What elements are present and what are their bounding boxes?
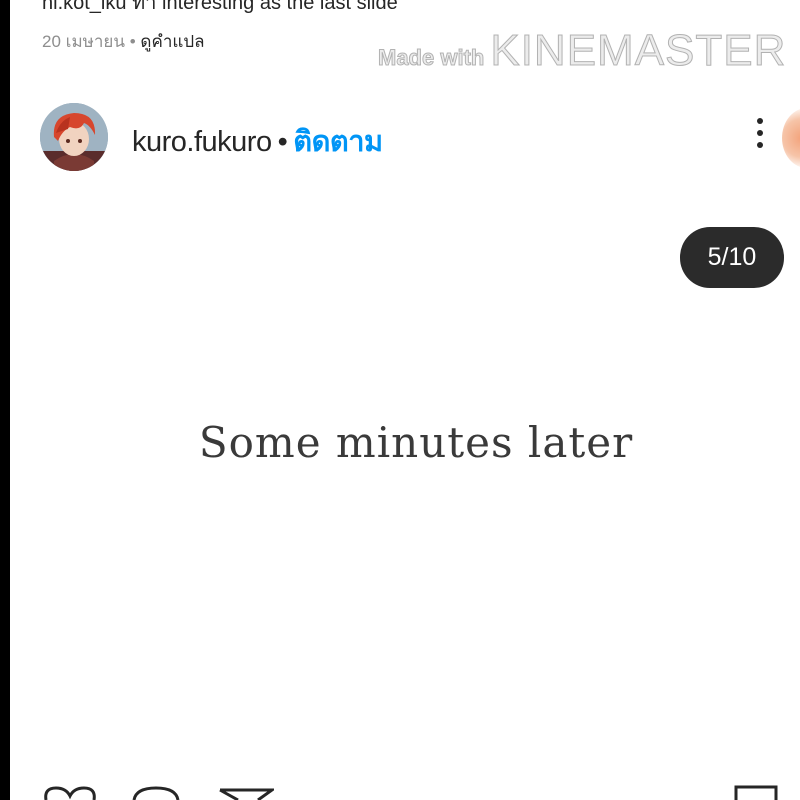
follow-button[interactable]: ติดตาม	[293, 126, 383, 158]
comment-icon[interactable]	[130, 786, 182, 800]
menu-dot	[757, 118, 763, 124]
touch-indicator	[782, 108, 800, 168]
send-icon[interactable]	[218, 786, 274, 800]
more-vertical-icon[interactable]	[748, 118, 772, 158]
previous-post-caption: hi.kot_iku ทำ interesting as the last sl…	[42, 0, 398, 14]
header-separator: •	[277, 126, 288, 158]
previous-post-meta: 20 เมษายน • ดูคำแปล	[42, 28, 205, 55]
slide-text: Some minutes later	[198, 418, 634, 467]
avatar[interactable]	[40, 103, 108, 171]
watermark-brand-text: KINEMASTER	[490, 26, 787, 76]
heart-icon[interactable]	[42, 786, 98, 800]
avatar-image	[40, 103, 108, 171]
see-translation-link[interactable]: ดูคำแปล	[140, 32, 204, 51]
kinemaster-watermark: Made with KINEMASTER	[377, 26, 787, 76]
meta-separator: •	[129, 32, 136, 51]
post-date: 20 เมษายน	[42, 32, 125, 51]
left-edge-bar	[0, 0, 10, 800]
bookmark-icon[interactable]	[732, 784, 780, 800]
menu-dot	[757, 142, 763, 148]
carousel-counter: 5/10	[680, 227, 784, 288]
watermark-small-text: Made with	[377, 45, 485, 71]
menu-dot	[757, 130, 763, 136]
username-link[interactable]: kuro.fukuro	[132, 126, 272, 158]
post-header: kuro.fukuro • ติดตาม	[132, 118, 383, 164]
